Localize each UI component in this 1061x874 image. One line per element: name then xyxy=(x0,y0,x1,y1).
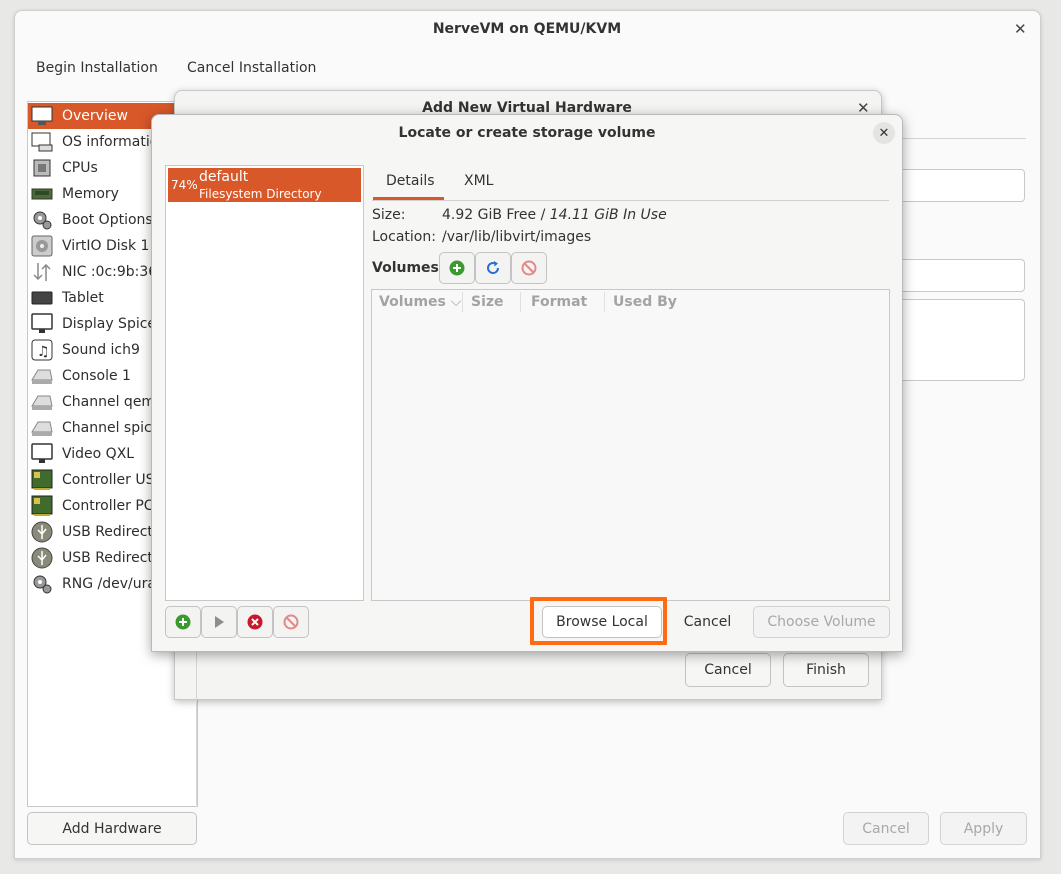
refresh-volumes-button[interactable] xyxy=(475,252,511,284)
volumes-table[interactable]: Volumes ⌵ Size Format Used By xyxy=(371,289,890,601)
serial-icon xyxy=(30,365,54,387)
monitor-icon xyxy=(30,443,54,465)
tablet-icon xyxy=(30,287,54,309)
svg-text:♫: ♫ xyxy=(37,344,50,360)
main-close-icon[interactable]: ✕ xyxy=(1014,22,1027,37)
gear-icon xyxy=(30,209,54,231)
delete-pool-button[interactable] xyxy=(273,606,309,638)
pool-row-default[interactable]: 74% default Filesystem Directory xyxy=(168,168,361,202)
pci-card-icon xyxy=(30,469,54,491)
cpu-icon xyxy=(30,157,54,179)
refresh-icon xyxy=(487,261,500,274)
tab-bar xyxy=(372,200,889,201)
size-free: 4.92 GiB Free / xyxy=(442,207,550,223)
hardware-dialog-divider xyxy=(196,650,197,805)
hardware-cancel-button[interactable]: Cancel xyxy=(685,653,771,687)
serial-icon xyxy=(30,417,54,439)
overview-icon xyxy=(30,105,54,127)
sidebar-item-label: CPUs xyxy=(62,160,98,176)
column-size[interactable]: Size xyxy=(471,294,504,310)
size-value: 4.92 GiB Free / 14.11 GiB In Use xyxy=(442,207,667,223)
monitor-icon xyxy=(30,313,54,335)
browse-local-highlight xyxy=(530,597,667,645)
sidebar-item-label: Channel qemu xyxy=(62,394,164,410)
storage-dialog-close-icon[interactable]: ✕ xyxy=(873,122,895,144)
column-separator xyxy=(520,292,521,312)
size-in-use: 14.11 GiB In Use xyxy=(549,207,667,223)
stop-pool-button[interactable] xyxy=(237,606,273,638)
memory-icon xyxy=(30,183,54,205)
finish-button[interactable]: Finish xyxy=(783,653,869,687)
apply-button[interactable]: Apply xyxy=(940,812,1027,845)
pci-card-icon xyxy=(30,495,54,517)
column-format[interactable]: Format xyxy=(531,294,587,310)
os-info-icon xyxy=(30,131,54,153)
sidebar-item-label: Video QXL xyxy=(62,446,135,462)
add-pool-button[interactable] xyxy=(165,606,201,638)
sidebar-item-label: Boot Options xyxy=(62,212,153,228)
play-icon xyxy=(215,616,224,628)
sidebar-item-label: Controller US xyxy=(62,472,155,488)
location-label: Location: xyxy=(372,229,436,245)
sidebar-item-label: Controller PC xyxy=(62,498,154,514)
sidebar-item-label: Overview xyxy=(62,108,128,124)
usb-icon xyxy=(30,547,54,569)
add-icon xyxy=(449,260,465,276)
add-hardware-button[interactable]: Add Hardware xyxy=(27,812,197,845)
stop-icon xyxy=(247,614,263,630)
column-separator xyxy=(604,292,605,312)
tab-xml[interactable]: XML xyxy=(464,173,493,189)
delete-icon xyxy=(521,260,537,276)
add-icon xyxy=(175,614,191,630)
pool-list: 74% default Filesystem Directory xyxy=(165,165,364,601)
sidebar-item-label: RNG /dev/ura xyxy=(62,576,156,592)
sidebar-item-label: Memory xyxy=(62,186,119,202)
gear-icon xyxy=(30,573,54,595)
volumes-label: Volumes xyxy=(372,260,439,276)
network-icon xyxy=(30,261,54,283)
sidebar-item-label: Channel spice xyxy=(62,420,161,436)
choose-volume-button[interactable]: Choose Volume xyxy=(753,606,890,638)
pool-type: Filesystem Directory xyxy=(199,187,322,201)
disk-icon xyxy=(30,235,54,257)
main-window-title: NerveVM on QEMU/KVM xyxy=(432,21,622,37)
delete-icon xyxy=(283,614,299,630)
main-cancel-button[interactable]: Cancel xyxy=(843,812,929,845)
sidebar-item-label: USB Redirecto xyxy=(62,550,162,566)
add-volume-button[interactable] xyxy=(439,252,475,284)
column-separator xyxy=(462,292,463,312)
pool-usage: 74% xyxy=(171,178,198,192)
size-label: Size: xyxy=(372,207,406,223)
sidebar-item-label: Sound ich9 xyxy=(62,342,140,358)
sidebar-item-label: Tablet xyxy=(62,290,104,306)
storage-cancel-button[interactable]: Cancel xyxy=(673,606,742,638)
sidebar-item-label: VirtIO Disk 1 xyxy=(62,238,150,254)
volumes-table-header: Volumes ⌵ Size Format Used By xyxy=(372,290,889,314)
pool-name: default xyxy=(199,169,249,185)
location-value: /var/lib/libvirt/images xyxy=(442,229,592,245)
tab-details[interactable]: Details xyxy=(386,173,435,189)
serial-icon xyxy=(30,391,54,413)
sidebar-item-label: USB Redirecto xyxy=(62,524,162,540)
begin-installation-menu[interactable]: Begin Installation xyxy=(36,60,158,76)
sound-icon: ♫ xyxy=(30,339,54,361)
storage-dialog-title: Locate or create storage volume xyxy=(398,125,656,141)
start-pool-button[interactable] xyxy=(201,606,237,638)
usb-icon xyxy=(30,521,54,543)
sidebar-item-label: Console 1 xyxy=(62,368,131,384)
sidebar-item-label: NIC :0c:9b:36 xyxy=(62,264,158,280)
column-used-by[interactable]: Used By xyxy=(613,294,677,310)
delete-volume-button[interactable] xyxy=(511,252,547,284)
tab-details-underline xyxy=(373,197,444,200)
sidebar-item-label: Display Spice xyxy=(62,316,157,332)
column-volumes[interactable]: Volumes ⌵ xyxy=(379,294,461,310)
chevron-down-icon: ⌵ xyxy=(450,294,462,310)
cancel-installation-menu[interactable]: Cancel Installation xyxy=(187,60,316,76)
storage-volume-dialog: Locate or create storage volume ✕ 74% de… xyxy=(151,114,903,652)
